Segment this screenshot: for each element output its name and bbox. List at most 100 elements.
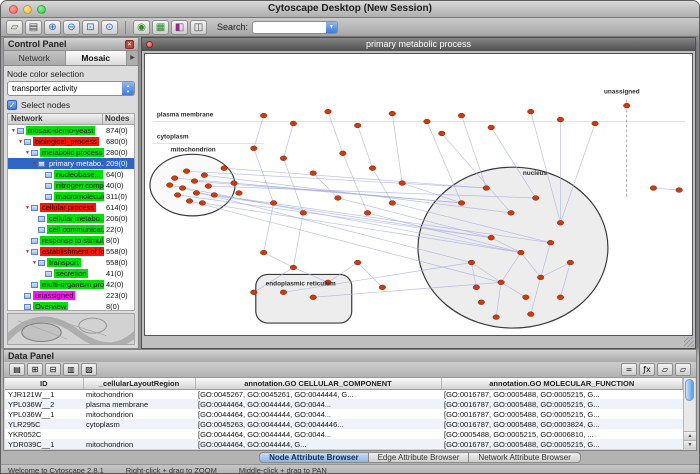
network-node[interactable] xyxy=(290,121,297,126)
network-node[interactable] xyxy=(199,201,206,206)
network-node[interactable] xyxy=(389,111,396,116)
print-button[interactable]: ▤ xyxy=(25,20,42,35)
control-panel-close-icon[interactable]: × xyxy=(125,40,134,49)
tab-edge-attribute-browser[interactable]: Edge Attribute Browser xyxy=(369,452,470,463)
network-node[interactable] xyxy=(493,315,500,320)
plugin-manager-button[interactable]: ◫ xyxy=(190,20,207,35)
import-network-button[interactable]: ◉ xyxy=(133,20,150,35)
table-row[interactable]: YLR295Ccytoplasm[GO:0045263, GO:0044444,… xyxy=(5,419,683,429)
overview-thumbnail[interactable] xyxy=(7,313,135,345)
color-attribute-select[interactable]: transporter activity ▲▼ xyxy=(7,81,135,96)
network-node[interactable] xyxy=(567,260,574,265)
zoom-fit-button[interactable]: ⊡ xyxy=(82,20,99,35)
network-node[interactable] xyxy=(379,285,386,290)
delete-row-button[interactable]: ▨ xyxy=(81,363,97,376)
network-node[interactable] xyxy=(547,240,554,245)
table-row[interactable]: YPL036W__2plasma membrane[GO:0044464, GO… xyxy=(5,399,683,409)
table-column-header[interactable]: annotation.GO MOLECULAR_FUNCTION xyxy=(441,378,683,389)
network-node[interactable] xyxy=(221,166,228,171)
tree-row-primary-metabo[interactable]: ▼primary metabo...209(0) xyxy=(8,158,134,169)
network-node[interactable] xyxy=(424,119,431,124)
function-builder-button[interactable]: ƒx xyxy=(639,363,655,376)
network-node[interactable] xyxy=(174,193,181,198)
export-attributes-file-button[interactable]: ▱ xyxy=(675,363,691,376)
network-node[interactable] xyxy=(557,220,564,225)
network-node[interactable] xyxy=(335,196,342,201)
table-row[interactable]: YKR052C[GO:0044464, GO:0044444, GO:0044.… xyxy=(5,429,683,439)
tree-row-unassigned[interactable]: unassigned223(0) xyxy=(8,290,134,301)
network-node[interactable] xyxy=(280,290,287,295)
checkbox-checked-icon[interactable]: ✓ xyxy=(7,100,17,110)
tab-scroll-right-icon[interactable]: ▶ xyxy=(127,51,138,65)
network-node[interactable] xyxy=(364,210,371,215)
copy-attribute-button[interactable]: ▥ xyxy=(63,363,79,376)
network-node[interactable] xyxy=(179,186,186,191)
network-node[interactable] xyxy=(280,156,287,161)
tree-row-biological-process[interactable]: ▼biological_process680(0) xyxy=(8,136,134,147)
tree-row-nucleobase[interactable]: nucleobase...64(0) xyxy=(8,169,134,180)
network-node[interactable] xyxy=(201,173,208,178)
tree-expander-open-icon[interactable]: ▼ xyxy=(24,205,31,211)
network-node[interactable] xyxy=(592,121,599,126)
network-node[interactable] xyxy=(528,312,535,317)
tree-row-multi-organism-pro[interactable]: multi-organism pro...42(0) xyxy=(8,279,134,290)
network-node[interactable] xyxy=(183,169,190,174)
network-node[interactable] xyxy=(557,295,564,300)
create-attribute-button[interactable]: ⊞ xyxy=(27,363,43,376)
network-node[interactable] xyxy=(623,103,630,108)
zoom-window-button[interactable] xyxy=(37,5,46,14)
scrollbar-up-icon[interactable]: ▲ xyxy=(684,431,696,440)
network-node[interactable] xyxy=(508,210,515,215)
tab-mosaic[interactable]: Mosaic xyxy=(66,51,128,65)
network-window-close-button[interactable] xyxy=(146,41,153,48)
search-dropdown-arrow-icon[interactable]: ▼ xyxy=(326,22,337,33)
network-node[interactable] xyxy=(251,146,258,151)
network-node[interactable] xyxy=(557,117,564,122)
network-node[interactable] xyxy=(369,166,376,171)
network-node[interactable] xyxy=(231,181,238,186)
table-column-header[interactable]: _cellularLayoutRegion xyxy=(83,378,195,389)
tree-expander-open-icon[interactable]: ▼ xyxy=(10,128,17,134)
network-node[interactable] xyxy=(310,295,317,300)
tree-expander-open-icon[interactable]: ▼ xyxy=(17,139,24,145)
network-node[interactable] xyxy=(518,250,525,255)
network-node[interactable] xyxy=(166,183,173,188)
network-node[interactable] xyxy=(650,186,657,191)
tree-row-cellular-metabo[interactable]: cellular metabo...206(0) xyxy=(8,213,134,224)
network-node[interactable] xyxy=(389,201,396,206)
network-node[interactable] xyxy=(523,295,530,300)
network-node[interactable] xyxy=(260,250,267,255)
tree-row-nitrogen-compo[interactable]: nitrogen compo...40(0) xyxy=(8,180,134,191)
network-canvas[interactable]: plasma membranecytoplasmmitochondrionnuc… xyxy=(144,53,693,336)
network-node[interactable] xyxy=(270,201,277,206)
tree-row-secretion[interactable]: secretion41(0) xyxy=(8,268,134,279)
network-node[interactable] xyxy=(186,199,193,204)
network-node[interactable] xyxy=(473,285,480,290)
network-node[interactable] xyxy=(498,280,505,285)
network-node[interactable] xyxy=(458,201,465,206)
tree-row-transport[interactable]: ▼transport558(0) xyxy=(8,257,134,268)
open-network-button[interactable]: ▱ xyxy=(6,20,23,35)
table-column-header[interactable]: annotation.GO CELLULAR_COMPONENT xyxy=(195,378,441,389)
network-node[interactable] xyxy=(468,260,475,265)
network-node[interactable] xyxy=(676,188,683,193)
network-node[interactable] xyxy=(537,275,544,280)
network-node[interactable] xyxy=(205,184,212,189)
table-row[interactable]: YJR121W__1mitochondrion[GO:0045267, GO:0… xyxy=(5,389,683,399)
network-node[interactable] xyxy=(236,191,243,196)
network-node[interactable] xyxy=(354,260,361,265)
tree-row-macromolecule[interactable]: macromolecule...311(0) xyxy=(8,191,134,202)
scrollbar-thumb[interactable] xyxy=(685,379,694,401)
search-input[interactable]: ▼ xyxy=(252,21,338,34)
import-attributes-button[interactable]: ▦ xyxy=(152,20,169,35)
tree-header-network[interactable]: Network xyxy=(8,114,102,124)
import-attributes-file-button[interactable]: ▱ xyxy=(657,363,673,376)
tree-row-overview[interactable]: Overview8(0) xyxy=(8,301,134,311)
network-node[interactable] xyxy=(488,125,495,130)
network-node[interactable] xyxy=(290,265,297,270)
tree-header-nodes[interactable]: Nodes xyxy=(102,114,134,124)
vizmapper-button[interactable]: ◧ xyxy=(171,20,188,35)
network-node[interactable] xyxy=(171,176,178,181)
tab-node-attribute-browser[interactable]: Node Attribute Browser xyxy=(259,452,369,463)
network-node[interactable] xyxy=(325,109,332,114)
